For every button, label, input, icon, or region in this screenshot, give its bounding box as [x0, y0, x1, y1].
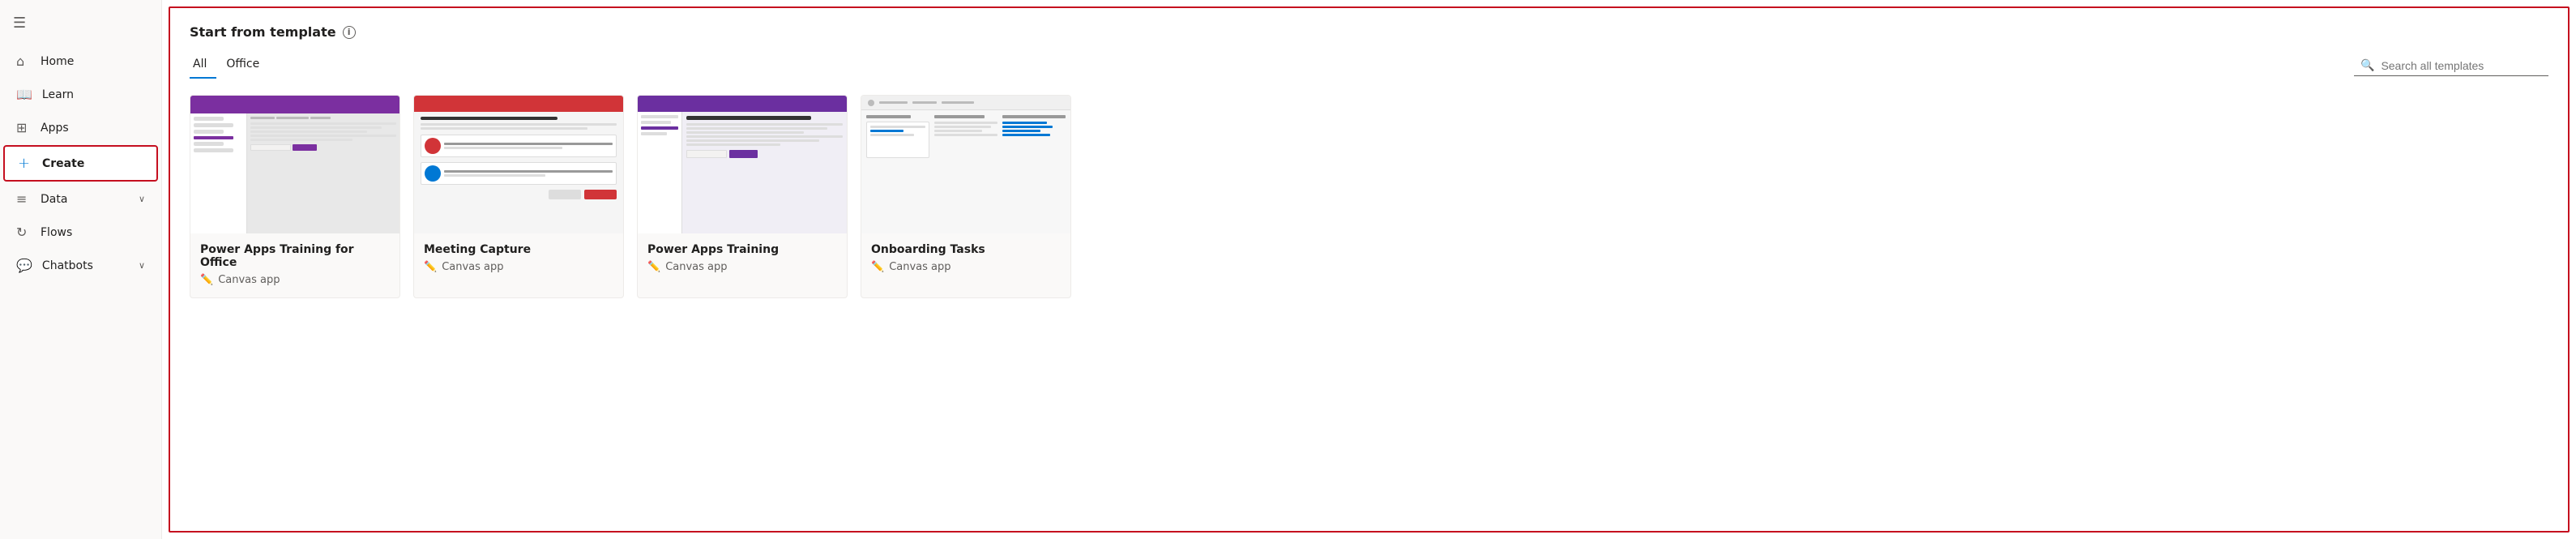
card-body-onboarding-tasks: Onboarding Tasks ✏️ Canvas app	[861, 233, 1070, 284]
main-inner: Start from template i All Office 🔍	[169, 6, 2570, 533]
card-preview-powerapps-training	[638, 96, 847, 233]
sidebar-item-learn[interactable]: 📖 Learn	[3, 79, 158, 110]
chevron-down-icon-chatbots: ∨	[139, 260, 145, 271]
card-preview-onboarding-tasks	[861, 96, 1070, 233]
sidebar-item-flows[interactable]: ↻ Flows	[3, 216, 158, 248]
sidebar-label-create: Create	[42, 157, 84, 170]
data-icon: ≡	[16, 191, 31, 207]
sidebar-label-flows: Flows	[41, 226, 72, 239]
sidebar: ☰ ⌂ Home 📖 Learn ⊞ Apps + Create ≡ Data …	[0, 0, 162, 539]
info-icon[interactable]: i	[343, 26, 356, 39]
sidebar-label-chatbots: Chatbots	[42, 259, 93, 272]
chevron-down-icon: ∨	[139, 194, 145, 204]
tab-all[interactable]: All	[190, 53, 216, 79]
card-body-powerapps-office: Power Apps Training for Office ✏️ Canvas…	[190, 233, 399, 297]
sidebar-header: ☰	[0, 6, 161, 45]
pencil-icon-2: ✏️	[424, 261, 437, 273]
card-meeting-capture[interactable]: Meeting Capture ✏️ Canvas app	[413, 95, 624, 298]
card-type-label-powerapps-office: Canvas app	[218, 274, 280, 286]
tabs-row: All Office 🔍	[190, 53, 2548, 79]
section-header: Start from template i	[190, 24, 2548, 40]
card-type-label-powerapps-training: Canvas app	[665, 261, 727, 273]
card-type-label-meeting-capture: Canvas app	[442, 261, 503, 273]
learn-icon: 📖	[16, 87, 32, 102]
card-title-powerapps-office: Power Apps Training for Office	[200, 243, 390, 269]
sidebar-item-create[interactable]: + Create	[3, 145, 158, 182]
main-content: Start from template i All Office 🔍	[162, 0, 2576, 539]
card-type-powerapps-training: ✏️ Canvas app	[647, 261, 837, 273]
tab-office[interactable]: Office	[223, 53, 269, 79]
pencil-icon-3: ✏️	[647, 261, 660, 273]
apps-icon: ⊞	[16, 120, 31, 135]
sidebar-label-learn: Learn	[42, 88, 74, 101]
sidebar-label-home: Home	[41, 55, 74, 68]
section-title: Start from template	[190, 24, 336, 40]
card-type-meeting-capture: ✏️ Canvas app	[424, 261, 613, 273]
sidebar-item-apps[interactable]: ⊞ Apps	[3, 112, 158, 143]
flows-icon: ↻	[16, 225, 31, 240]
card-onboarding-tasks[interactable]: Onboarding Tasks ✏️ Canvas app	[861, 95, 1071, 298]
pencil-icon: ✏️	[200, 274, 213, 286]
tabs: All Office	[190, 53, 276, 79]
pencil-icon-4: ✏️	[871, 261, 884, 273]
sidebar-label-apps: Apps	[41, 122, 69, 135]
search-icon: 🔍	[2360, 59, 2374, 72]
card-title-meeting-capture: Meeting Capture	[424, 243, 613, 256]
sidebar-item-home[interactable]: ⌂ Home	[3, 45, 158, 77]
home-icon: ⌂	[16, 53, 31, 69]
search-input[interactable]	[2381, 59, 2527, 72]
card-title-powerapps-training: Power Apps Training	[647, 243, 837, 256]
search-box[interactable]: 🔍	[2354, 56, 2548, 76]
card-powerapps-office[interactable]: Power Apps Training for Office ✏️ Canvas…	[190, 95, 400, 298]
hamburger-icon[interactable]: ☰	[13, 15, 26, 32]
sidebar-nav: ⌂ Home 📖 Learn ⊞ Apps + Create ≡ Data ∨ …	[0, 45, 161, 282]
chatbots-icon: 💬	[16, 258, 32, 273]
card-type-powerapps-office: ✏️ Canvas app	[200, 274, 390, 286]
card-preview-powerapps-office	[190, 96, 399, 233]
create-plus-icon: +	[18, 155, 32, 172]
card-body-meeting-capture: Meeting Capture ✏️ Canvas app	[414, 233, 623, 284]
card-type-onboarding-tasks: ✏️ Canvas app	[871, 261, 1061, 273]
card-body-powerapps-training: Power Apps Training ✏️ Canvas app	[638, 233, 847, 284]
sidebar-item-chatbots[interactable]: 💬 Chatbots ∨	[3, 250, 158, 281]
card-type-label-onboarding-tasks: Canvas app	[889, 261, 951, 273]
sidebar-item-data[interactable]: ≡ Data ∨	[3, 183, 158, 215]
card-title-onboarding-tasks: Onboarding Tasks	[871, 243, 1061, 256]
template-cards: Power Apps Training for Office ✏️ Canvas…	[190, 95, 2548, 298]
sidebar-label-data: Data	[41, 193, 67, 206]
card-powerapps-training[interactable]: Power Apps Training ✏️ Canvas app	[637, 95, 848, 298]
card-preview-meeting-capture	[414, 96, 623, 233]
